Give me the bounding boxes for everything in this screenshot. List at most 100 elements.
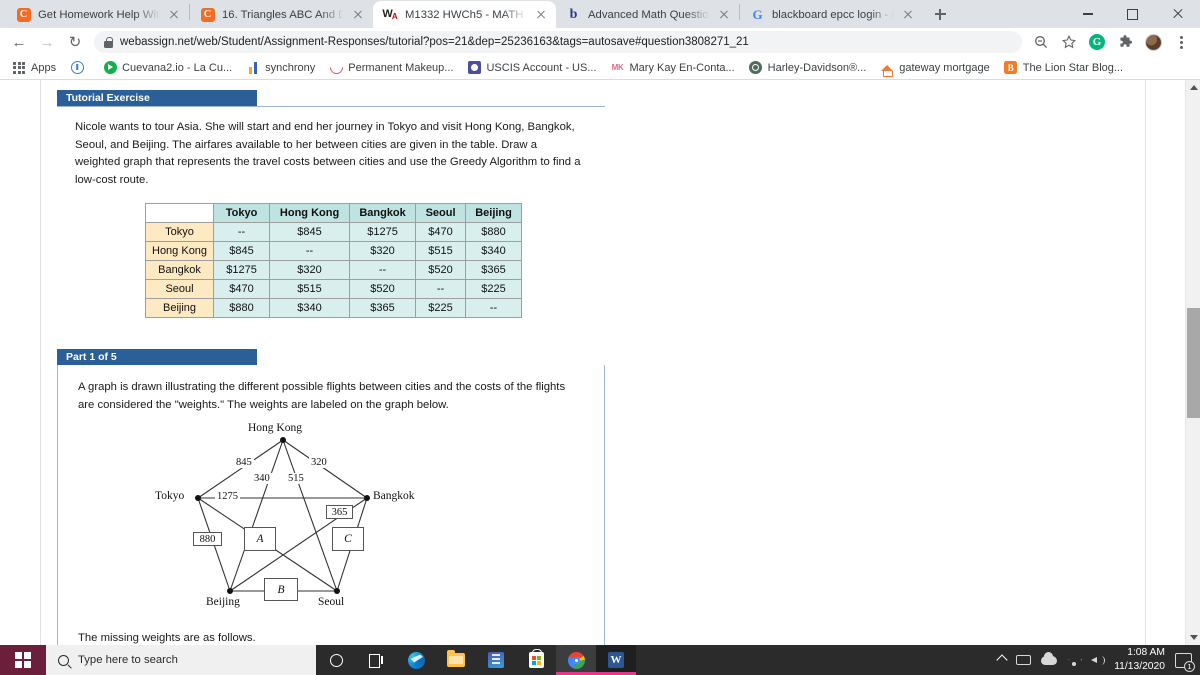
bookmark-synchrony[interactable]: synchrony — [240, 59, 323, 77]
taskbar-clock[interactable]: 1:08 AM 11/13/2020 — [1114, 646, 1165, 674]
edge-tokyo-hongkong — [197, 439, 284, 499]
browser-tab-2[interactable]: C 16. Triangles ABC And DEF Are Si — [190, 1, 373, 28]
close-icon[interactable] — [717, 8, 731, 22]
table-cell: $1275 — [349, 222, 417, 242]
address-bar[interactable]: webassign.net/web/Student/Assignment-Res… — [94, 31, 1022, 53]
webassign-icon: WA — [382, 8, 398, 21]
assignment-content: Tutorial Exercise Nicole wants to tour A… — [57, 80, 1157, 645]
close-icon[interactable] — [534, 8, 548, 22]
notifications-icon[interactable]: 1 — [1175, 652, 1195, 672]
table-cell: $845 — [213, 241, 271, 261]
part-body: A graph is drawn illustrating the differ… — [57, 365, 605, 645]
chrome-menu-icon[interactable] — [1168, 29, 1194, 55]
swoosh-icon — [327, 58, 346, 77]
file-explorer-icon[interactable] — [436, 645, 476, 675]
bookmark-uscis[interactable]: USCIS Account - US... — [461, 59, 604, 77]
browser-tab-3-active[interactable]: WA M1332 HWCh5 - MATH 1332 CRN — [373, 1, 556, 28]
bookmark-label: synchrony — [265, 61, 316, 74]
node-label-beijing: Beijing — [206, 596, 240, 608]
tutorial-exercise-tab-label: Tutorial Exercise — [57, 90, 257, 106]
start-button[interactable] — [0, 645, 46, 675]
bookmark-permanent-makeup[interactable]: Permanent Makeup... — [323, 58, 461, 77]
new-tab-button[interactable] — [927, 1, 953, 27]
edge-weight-hongkong-bangkok: 320 — [309, 457, 329, 468]
node-label-seoul: Seoul — [318, 596, 345, 608]
bookmark-harley-davidson[interactable]: Harley-Davidson®... — [743, 59, 875, 77]
table-cell: $470 — [213, 279, 271, 299]
browser-toolbar: ← → ↻ webassign.net/web/Student/Assignme… — [0, 28, 1200, 56]
show-hidden-icons-chevron-icon[interactable] — [996, 654, 1008, 666]
extensions-puzzle-icon[interactable] — [1112, 29, 1138, 55]
close-icon[interactable] — [167, 8, 181, 22]
close-icon[interactable] — [351, 8, 365, 22]
maximize-icon[interactable] — [1110, 0, 1155, 28]
table-row-header: Bangkok — [144, 260, 215, 280]
chrome-icon[interactable] — [556, 645, 596, 675]
tab-title: M1332 HWCh5 - MATH 1332 CRN — [405, 8, 527, 21]
bookmark-cuevana[interactable]: Cuevana2.io - La Cu... — [97, 59, 240, 77]
table-col-header-bangkok: Bangkok — [349, 203, 417, 223]
close-window-icon[interactable] — [1155, 0, 1200, 28]
node-label-bangkok: Bangkok — [373, 490, 415, 502]
wifi-icon[interactable] — [1067, 655, 1081, 666]
taskbar-search[interactable]: Type here to search — [46, 645, 316, 675]
forward-icon[interactable]: → — [34, 29, 60, 55]
search-icon — [58, 654, 69, 666]
windows-taskbar: Type here to search W 1:08 AM 11/13/2020… — [0, 645, 1200, 675]
edge-weight-hongkong-beijing: 340 — [252, 473, 272, 484]
table-cell: $845 — [269, 222, 351, 242]
exercise-prompt: Nicole wants to tour Asia. She will star… — [75, 121, 581, 186]
bookmark-label: Apps — [31, 61, 57, 74]
bookmark-gateway-mortgage[interactable]: gateway mortgage — [874, 59, 998, 77]
node-label-tokyo: Tokyo — [155, 490, 185, 502]
chegg-icon: C — [16, 7, 31, 22]
microsoft-store-icon[interactable] — [516, 645, 556, 675]
grammarly-extension-icon[interactable]: G — [1084, 29, 1110, 55]
bookmark-star-icon[interactable] — [1056, 29, 1082, 55]
table-row: Seoul $470 $515 $520 -- $225 — [144, 279, 523, 299]
bookmark-apps[interactable]: Apps — [6, 59, 64, 77]
scroll-down-icon[interactable] — [1186, 630, 1200, 645]
tab-title: Get Homework Help With Chegg — [38, 8, 160, 21]
bookmark-label: Mary Kay En-Conta... — [629, 61, 735, 74]
avatar[interactable] — [1140, 29, 1166, 55]
volume-icon[interactable] — [1091, 655, 1106, 666]
table-row: Bangkok $1275 $320 -- $520 $365 — [144, 260, 523, 280]
word-icon[interactable]: W — [596, 645, 636, 675]
table-cell: $880 — [213, 298, 271, 318]
browser-tab-4[interactable]: b Advanced Math Question | bartle — [556, 1, 739, 28]
teams-icon[interactable] — [476, 645, 516, 675]
table-cell: $365 — [465, 260, 523, 280]
bookmark-marykay[interactable]: MK Mary Kay En-Conta... — [605, 59, 743, 77]
minimize-icon[interactable] — [1065, 0, 1110, 28]
cortana-icon[interactable] — [316, 645, 356, 675]
close-icon[interactable] — [901, 8, 915, 22]
task-view-icon[interactable] — [356, 645, 396, 675]
table-row: Tokyo -- $845 $1275 $470 $880 — [144, 222, 523, 242]
table-row-header: Tokyo — [144, 222, 215, 242]
graph-edges — [195, 437, 370, 594]
table-cell: $225 — [415, 298, 467, 318]
compass-icon — [70, 61, 84, 75]
node-label-hongkong: Hong Kong — [248, 422, 302, 434]
zoom-out-icon[interactable] — [1028, 29, 1054, 55]
page-scrollbar[interactable] — [1185, 80, 1200, 645]
table-cell: -- — [349, 260, 417, 280]
tab-strip: C Get Homework Help With Chegg C 16. Tri… — [0, 0, 1200, 28]
windows-logo-icon — [15, 652, 31, 668]
browser-tab-5[interactable]: G blackboard epcc login - Buscar co — [740, 1, 923, 28]
back-icon[interactable]: ← — [6, 29, 32, 55]
hardware-icon[interactable] — [1016, 655, 1032, 665]
edge-icon[interactable] — [396, 645, 436, 675]
table-cell: $225 — [465, 279, 523, 299]
scrollbar-thumb[interactable] — [1187, 308, 1200, 418]
bartleby-icon: b — [569, 6, 578, 22]
onedrive-cloud-icon[interactable] — [1041, 651, 1058, 665]
scroll-up-icon[interactable] — [1186, 80, 1200, 95]
bookmarks-bar: Apps Cuevana2.io - La Cu... synchrony Pe… — [0, 56, 1200, 80]
browser-tab-1[interactable]: C Get Homework Help With Chegg — [6, 1, 189, 28]
taskbar-apps: W — [316, 645, 636, 675]
bookmark-lion-star-blog[interactable]: B The Lion Star Blog... — [998, 59, 1131, 77]
bookmark-compass[interactable] — [64, 59, 97, 77]
reload-icon[interactable]: ↻ — [62, 29, 88, 55]
